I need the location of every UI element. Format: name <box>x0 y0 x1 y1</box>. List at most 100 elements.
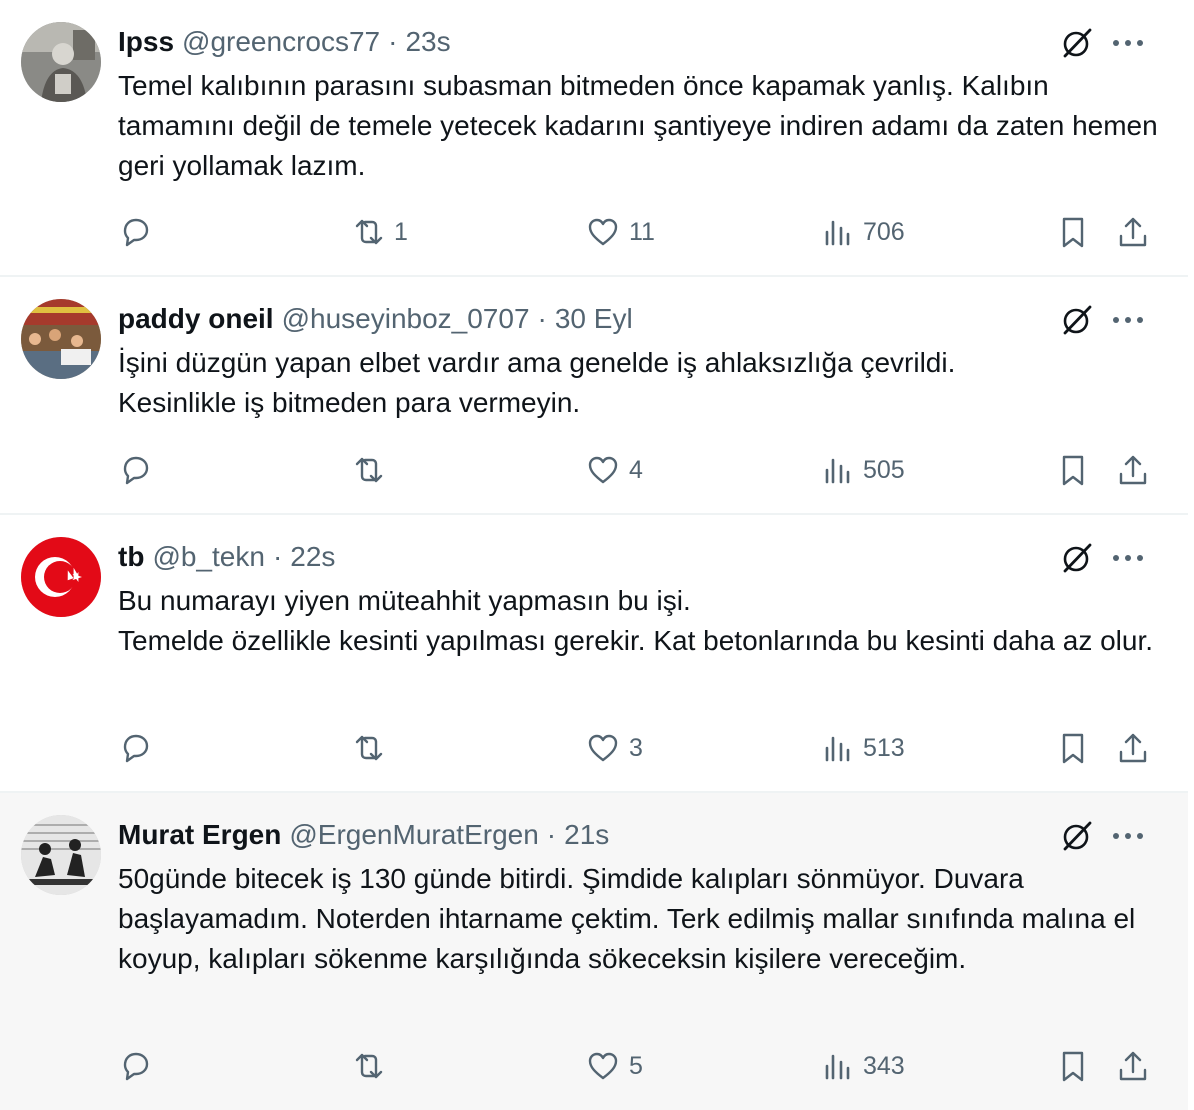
like-icon <box>588 218 618 246</box>
action-bar: 4 505 <box>0 450 1188 490</box>
like-icon <box>588 1052 618 1080</box>
action-bar: 5 343 <box>0 1046 1188 1086</box>
tweet-murat-ergen[interactable]: Murat Ergen @ErgenMuratErgen · 21s 50gün… <box>0 793 1188 1110</box>
user-handle[interactable]: @huseyinboz_0707 <box>282 303 530 335</box>
reply-icon <box>123 456 149 485</box>
like-icon <box>588 456 618 484</box>
tweet-header: tb @b_tekn · 22s <box>118 537 335 577</box>
avatar[interactable] <box>21 22 101 102</box>
retweet-icon <box>355 457 383 483</box>
bookmark-icon <box>1062 733 1084 764</box>
separator-dot: · <box>546 819 557 850</box>
like-button[interactable]: 11 <box>585 212 655 252</box>
reply-button[interactable] <box>117 212 163 252</box>
action-bar: 3 513 <box>0 728 1188 768</box>
more-icon[interactable] <box>1108 817 1148 855</box>
grok-icon[interactable] <box>1058 24 1096 62</box>
reply-icon <box>123 1052 149 1081</box>
reply-icon <box>123 218 149 247</box>
share-button[interactable] <box>1115 728 1151 768</box>
display-name[interactable]: paddy oneil <box>118 303 274 335</box>
avatar[interactable] <box>21 815 101 895</box>
share-button[interactable] <box>1115 212 1151 252</box>
views-button[interactable]: 505 <box>819 450 905 490</box>
like-button[interactable]: 3 <box>585 728 643 768</box>
views-icon <box>825 220 850 246</box>
bookmark-button[interactable] <box>1055 212 1091 252</box>
tweet-text: İşini düzgün yapan elbet vardır ama gene… <box>118 347 956 418</box>
views-button[interactable]: 513 <box>819 728 905 768</box>
reply-button[interactable] <box>117 450 163 490</box>
grok-icon[interactable] <box>1058 301 1096 339</box>
tweet-ipss[interactable]: Ipss @greencrocs77 · 23s Temel kalıbının… <box>0 0 1188 277</box>
tweet-paddy-oneil[interactable]: paddy oneil @huseyinboz_0707 · 30 Eyl İş… <box>0 277 1188 515</box>
bookmark-button[interactable] <box>1055 1046 1091 1086</box>
avatar[interactable] <box>21 537 101 617</box>
reply-button[interactable] <box>117 1046 163 1086</box>
retweet-button[interactable] <box>350 450 398 490</box>
tweet-tb[interactable]: tb @b_tekn · 22s Bu numarayı yiyen mütea… <box>0 515 1188 793</box>
tweet-text: Bu numarayı yiyen müteahhit yapmasın bu … <box>118 585 1154 656</box>
like-count: 4 <box>629 455 643 484</box>
grok-icon[interactable] <box>1058 817 1096 855</box>
bookmark-icon <box>1062 455 1084 486</box>
like-count: 11 <box>629 217 655 246</box>
display-name[interactable]: Murat Ergen <box>118 819 281 851</box>
share-icon <box>1119 733 1147 763</box>
user-handle[interactable]: @b_tekn <box>152 541 265 573</box>
tweet-header: Murat Ergen @ErgenMuratErgen · 21s <box>118 815 609 855</box>
tweet-header: paddy oneil @huseyinboz_0707 · 30 Eyl <box>118 299 633 339</box>
user-handle[interactable]: @greencrocs77 <box>182 26 380 58</box>
like-count: 5 <box>629 1051 643 1080</box>
separator-dot: · <box>272 541 283 572</box>
user-handle[interactable]: @ErgenMuratErgen <box>289 819 538 851</box>
share-button[interactable] <box>1115 1046 1151 1086</box>
reply-button[interactable] <box>117 728 163 768</box>
retweet-button[interactable] <box>350 1046 398 1086</box>
reply-icon <box>123 734 149 763</box>
retweet-button[interactable]: 1 <box>350 212 408 252</box>
timestamp[interactable]: 21s <box>564 819 609 851</box>
retweet-count: 1 <box>394 217 408 246</box>
more-icon[interactable] <box>1108 539 1148 577</box>
like-button[interactable]: 5 <box>585 1046 643 1086</box>
views-count: 513 <box>863 733 905 762</box>
share-icon <box>1119 217 1147 247</box>
retweet-button[interactable] <box>350 728 398 768</box>
bookmark-icon <box>1062 217 1084 248</box>
display-name[interactable]: tb <box>118 541 144 573</box>
bookmark-icon <box>1062 1051 1084 1082</box>
tweet-text: Temel kalıbının parasını subasman bitmed… <box>118 70 1158 181</box>
retweet-icon <box>355 735 383 761</box>
views-button[interactable]: 706 <box>819 212 905 252</box>
views-icon <box>825 736 850 762</box>
like-icon <box>588 734 618 762</box>
separator-dot: · <box>537 303 547 334</box>
views-icon <box>825 1054 850 1080</box>
tweet-text: 50günde bitecek iş 130 günde bitirdi. Şi… <box>118 863 1136 974</box>
views-button[interactable]: 343 <box>819 1046 905 1086</box>
timestamp[interactable]: 23s <box>405 26 450 58</box>
avatar[interactable] <box>21 299 101 379</box>
views-count: 706 <box>863 217 905 246</box>
separator-dot: · <box>388 26 398 57</box>
action-bar: 1 11 706 <box>0 212 1188 252</box>
retweet-icon <box>355 1053 383 1079</box>
retweet-icon <box>355 219 383 245</box>
display-name[interactable]: Ipss <box>118 26 174 58</box>
views-count: 343 <box>863 1051 905 1080</box>
grok-icon[interactable] <box>1058 539 1096 577</box>
views-icon <box>825 458 850 484</box>
more-icon[interactable] <box>1108 24 1148 62</box>
share-button[interactable] <box>1115 450 1151 490</box>
views-count: 505 <box>863 455 905 484</box>
timestamp[interactable]: 30 Eyl <box>555 303 633 335</box>
more-icon[interactable] <box>1108 301 1148 339</box>
tweet-header: Ipss @greencrocs77 · 23s <box>118 22 451 62</box>
share-icon <box>1119 455 1147 485</box>
bookmark-button[interactable] <box>1055 728 1091 768</box>
timestamp[interactable]: 22s <box>290 541 335 573</box>
like-button[interactable]: 4 <box>585 450 643 490</box>
bookmark-button[interactable] <box>1055 450 1091 490</box>
share-icon <box>1119 1051 1147 1081</box>
